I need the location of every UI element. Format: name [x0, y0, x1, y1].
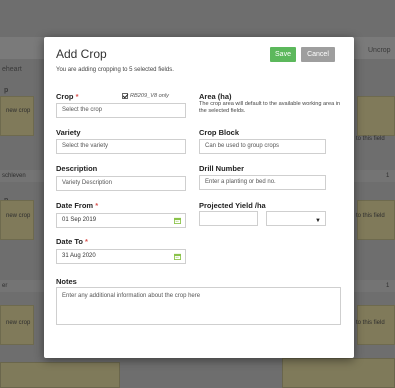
variety-label: Variety: [56, 128, 81, 137]
background-strip-text: schleven: [2, 173, 26, 179]
notes-textarea[interactable]: Enter any additional information about t…: [56, 287, 341, 325]
date-to-label: Date To *: [56, 237, 88, 246]
description-label: Description: [56, 164, 98, 173]
dialog-title: Add Crop: [56, 47, 107, 61]
background-column-label: Uncrop: [368, 47, 391, 54]
background-cell-text: to this field: [356, 136, 385, 142]
background-cell-text: new crop: [6, 213, 31, 219]
date-from-label-text: Date From: [56, 201, 94, 210]
drill-number-label: Drill Number: [199, 164, 245, 173]
background-column-label: eheart: [2, 66, 22, 73]
dialog-subtitle: You are adding cropping to 5 selected fi…: [56, 67, 174, 73]
date-to-label-text: Date To: [56, 237, 83, 246]
projected-yield-label: Projected Yield /ha: [199, 201, 266, 210]
background-cell-text: to this field: [356, 213, 385, 219]
crop-label-text: Crop: [56, 92, 74, 101]
notes-label: Notes: [56, 277, 77, 286]
variety-select[interactable]: Select the variety: [56, 139, 186, 154]
background-cell: [0, 200, 34, 240]
checkbox-checked-icon[interactable]: [122, 93, 128, 99]
date-to-input[interactable]: 31 Aug 2020: [56, 249, 186, 264]
background-strip-text: 1: [386, 173, 390, 179]
date-from-value: 01 Sep 2019: [62, 217, 97, 223]
background-cell: [357, 96, 395, 136]
add-crop-dialog: Add Crop You are adding cropping to 5 se…: [44, 37, 354, 358]
save-button[interactable]: Save: [270, 47, 296, 62]
cancel-button[interactable]: Cancel: [301, 47, 335, 62]
required-marker: *: [85, 237, 88, 246]
background-strip-text: er: [2, 283, 8, 289]
required-marker: *: [75, 92, 79, 101]
crop-select[interactable]: Select the crop: [56, 103, 186, 118]
date-from-input[interactable]: 01 Sep 2019: [56, 213, 186, 228]
background-strip-text: 1: [386, 283, 390, 289]
rb209-only-label: RB209_V8 only: [130, 93, 169, 99]
background-cell-text: to this field: [356, 320, 385, 326]
background-cell-text: new crop: [6, 108, 31, 114]
area-help-text: The crop area will default to the availa…: [199, 101, 341, 114]
crop-block-label: Crop Block: [199, 128, 240, 137]
background-cell: [282, 358, 395, 388]
drill-number-input[interactable]: Enter a planting or bed no.: [199, 175, 326, 190]
description-input[interactable]: Variety Description: [56, 176, 186, 191]
background-cell: [357, 200, 395, 240]
yield-unit-select[interactable]: ▼: [266, 211, 326, 226]
background-cell-text: new crop: [6, 320, 31, 326]
background-cell: [0, 96, 34, 136]
rb209-only-toggle[interactable]: RB209_V8 only: [122, 93, 169, 99]
date-from-label: Date From *: [56, 201, 98, 210]
background-row-label: p: [4, 87, 9, 94]
area-label: Area (ha): [199, 92, 232, 101]
calendar-icon[interactable]: [174, 217, 181, 224]
chevron-down-icon: ▼: [315, 218, 321, 224]
required-marker: *: [95, 201, 99, 210]
crop-block-input[interactable]: Can be used to group crops: [199, 139, 326, 154]
background-cell: [0, 362, 120, 388]
calendar-icon[interactable]: [174, 253, 181, 260]
projected-yield-input[interactable]: [199, 211, 258, 226]
date-to-value: 31 Aug 2020: [62, 253, 96, 259]
crop-label: Crop *: [56, 92, 79, 101]
